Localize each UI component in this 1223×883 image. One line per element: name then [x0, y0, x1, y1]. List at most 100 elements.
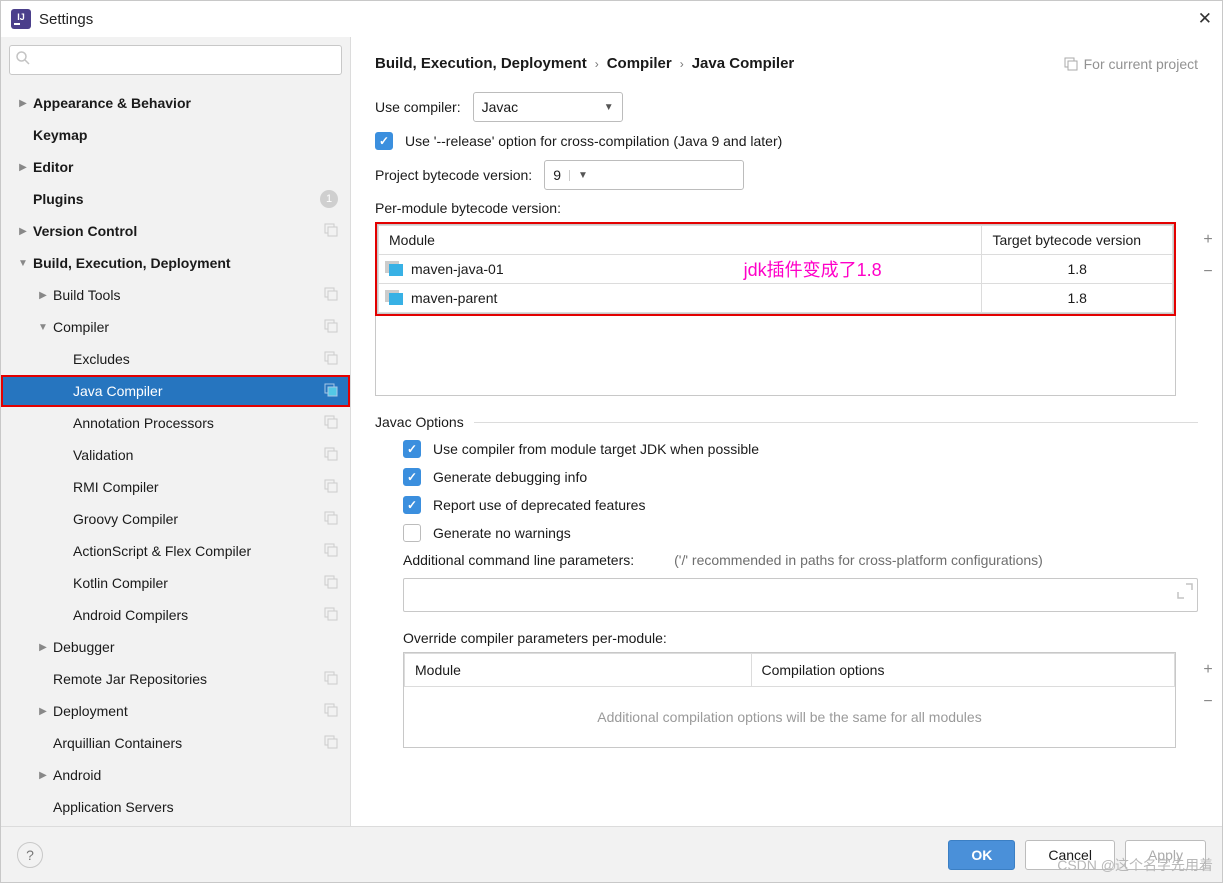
- arrow-icon: ▶: [37, 706, 49, 717]
- no-warnings-checkbox[interactable]: [403, 524, 421, 542]
- sidebar-item-validation[interactable]: Validation: [1, 439, 350, 471]
- arrow-icon: ▼: [37, 322, 49, 333]
- copy-icon: [324, 287, 338, 304]
- breadcrumb[interactable]: Compiler: [607, 55, 672, 72]
- sidebar-item-kotlin-compiler[interactable]: Kotlin Compiler: [1, 567, 350, 599]
- sidebar-item-annotation-processors[interactable]: Annotation Processors: [1, 407, 350, 439]
- copy-icon: [1064, 57, 1078, 71]
- copy-icon: [324, 479, 338, 496]
- sidebar-item-label: Android Compilers: [73, 607, 188, 623]
- sidebar-item-version-control[interactable]: ▶ Version Control: [1, 215, 350, 247]
- close-icon[interactable]: ✕: [1198, 9, 1212, 29]
- for-project-label: For current project: [1064, 56, 1198, 72]
- copy-icon: [324, 351, 338, 368]
- sidebar-item-label: Editor: [33, 159, 73, 175]
- sidebar-item-android[interactable]: ▶Android: [1, 759, 350, 791]
- arrow-icon: ▶: [17, 98, 29, 109]
- override-label: Override compiler parameters per-module:: [403, 630, 1198, 646]
- badge: 1: [320, 190, 338, 208]
- app-icon: IJ: [11, 9, 31, 29]
- sidebar-item-label: ActionScript & Flex Compiler: [73, 543, 251, 559]
- override-table: Module Compilation options Additional co…: [403, 652, 1176, 748]
- arrow-icon: ▶: [37, 770, 49, 781]
- sidebar-item-actionscript-flex-compiler[interactable]: ActionScript & Flex Compiler: [1, 535, 350, 567]
- breadcrumb: Java Compiler: [692, 55, 795, 72]
- copy-icon: [324, 543, 338, 560]
- sidebar-item-label: Validation: [73, 447, 133, 463]
- params-label: Additional command line parameters:: [403, 552, 634, 568]
- debug-info-checkbox[interactable]: [403, 468, 421, 486]
- sidebar-item-compiler[interactable]: ▼Compiler: [1, 311, 350, 343]
- sidebar-item-label: Kotlin Compiler: [73, 575, 168, 591]
- remove-button[interactable]: −: [1198, 256, 1218, 288]
- sidebar-item-rmi-compiler[interactable]: RMI Compiler: [1, 471, 350, 503]
- copy-icon: [324, 511, 338, 528]
- sidebar-item-label: Deployment: [53, 703, 128, 719]
- sidebar-item-label: Keymap: [33, 127, 87, 143]
- sidebar-item-application-servers[interactable]: Application Servers: [1, 791, 350, 823]
- window-title: Settings: [39, 11, 93, 28]
- table-header[interactable]: Module: [379, 226, 982, 255]
- sidebar-item-label: Build, Execution, Deployment: [33, 255, 231, 271]
- copy-icon: [324, 319, 338, 336]
- release-option-checkbox[interactable]: [375, 132, 393, 150]
- copy-icon: [324, 671, 338, 688]
- help-button[interactable]: ?: [17, 842, 43, 868]
- sidebar-item-label: Plugins: [33, 191, 84, 207]
- params-hint: ('/' recommended in paths for cross-plat…: [674, 552, 1043, 568]
- copy-icon: [324, 415, 338, 432]
- search-input[interactable]: [9, 45, 342, 75]
- ok-button[interactable]: OK: [948, 840, 1015, 870]
- sidebar-item-excludes[interactable]: Excludes: [1, 343, 350, 375]
- module-table: Module Target bytecode version maven-jav…: [375, 222, 1176, 316]
- breadcrumb[interactable]: Build, Execution, Deployment: [375, 55, 587, 72]
- sidebar-item-label: Version Control: [33, 223, 137, 239]
- copy-icon: [324, 223, 338, 240]
- main-panel: Build, Execution, Deployment › Compiler …: [351, 37, 1222, 826]
- module-icon: [389, 293, 403, 305]
- sidebar-item-label: Annotation Processors: [73, 415, 214, 431]
- sidebar-item-label: Remote Jar Repositories: [53, 671, 207, 687]
- javac-section-title: Javac Options: [375, 414, 464, 430]
- sidebar-item-appearance-behavior[interactable]: ▶Appearance & Behavior: [1, 87, 350, 119]
- bytecode-version-select[interactable]: 9 ▼: [544, 160, 744, 190]
- cancel-button[interactable]: Cancel: [1025, 840, 1115, 870]
- sidebar-item-label: Excludes: [73, 351, 130, 367]
- sidebar-item-arquillian-containers[interactable]: Arquillian Containers: [1, 727, 350, 759]
- arrow-icon: ▶: [17, 226, 29, 237]
- chevron-down-icon: ▼: [604, 102, 614, 113]
- sidebar-item-plugins[interactable]: Plugins 1: [1, 183, 350, 215]
- table-header[interactable]: Module: [405, 654, 752, 687]
- sidebar-item-keymap[interactable]: Keymap: [1, 119, 350, 151]
- copy-icon: [324, 447, 338, 464]
- table-header[interactable]: Target bytecode version: [982, 226, 1173, 255]
- remove-button[interactable]: −: [1198, 686, 1218, 718]
- apply-button[interactable]: Apply: [1125, 840, 1206, 870]
- sidebar-item-remote-jar-repositories[interactable]: Remote Jar Repositories: [1, 663, 350, 695]
- copy-icon: [324, 735, 338, 752]
- use-compiler-select[interactable]: Javac▼: [473, 92, 623, 122]
- deprecated-checkbox[interactable]: [403, 496, 421, 514]
- arrow-icon: ▶: [17, 162, 29, 173]
- add-button[interactable]: +: [1198, 224, 1218, 256]
- use-module-jdk-checkbox[interactable]: [403, 440, 421, 458]
- sidebar-item-debugger[interactable]: ▶Debugger: [1, 631, 350, 663]
- expand-icon[interactable]: [1176, 582, 1194, 600]
- params-input[interactable]: [403, 578, 1198, 612]
- svg-text:IJ: IJ: [17, 12, 25, 22]
- sidebar-item-groovy-compiler[interactable]: Groovy Compiler: [1, 503, 350, 535]
- sidebar-item-java-compiler[interactable]: Java Compiler: [1, 375, 350, 407]
- table-row[interactable]: maven-parent 1.8: [379, 284, 1173, 313]
- sidebar-item-deployment[interactable]: ▶ Deployment: [1, 695, 350, 727]
- sidebar-item-android-compilers[interactable]: Android Compilers: [1, 599, 350, 631]
- sidebar-item-build-tools[interactable]: ▶Build Tools: [1, 279, 350, 311]
- add-button[interactable]: +: [1198, 654, 1218, 686]
- table-row[interactable]: maven-java-01 1.8: [379, 255, 1173, 284]
- release-option-label: Use '--release' option for cross-compila…: [405, 133, 782, 149]
- sidebar-item-build-execution-deployment[interactable]: ▼Build, Execution, Deployment: [1, 247, 350, 279]
- copy-icon: [324, 607, 338, 624]
- sidebar-item-editor[interactable]: ▶ Editor: [1, 151, 350, 183]
- arrow-icon: ▶: [37, 290, 49, 301]
- table-header[interactable]: Compilation options: [751, 654, 1175, 687]
- copy-icon: [324, 383, 338, 400]
